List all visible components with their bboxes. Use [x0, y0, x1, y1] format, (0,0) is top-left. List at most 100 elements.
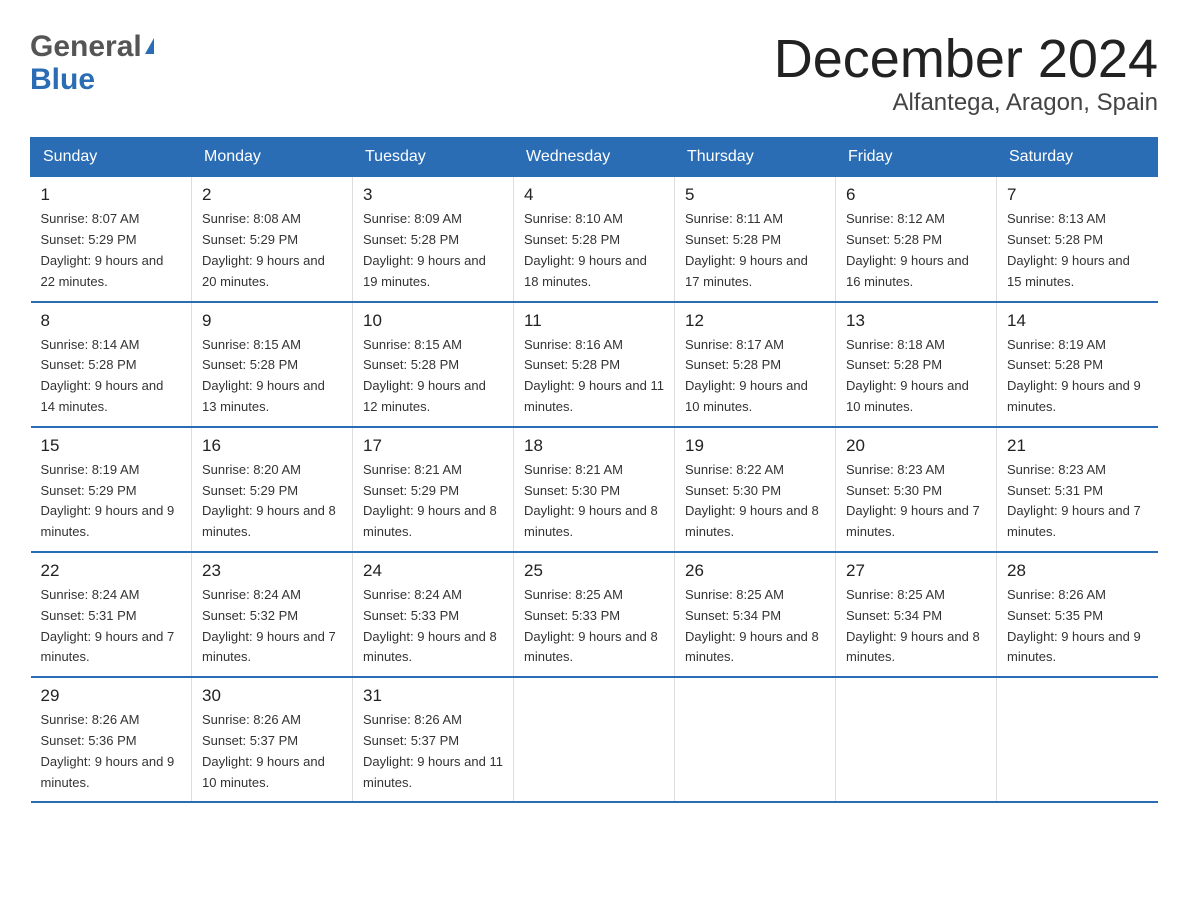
calendar-day-cell — [997, 677, 1158, 802]
calendar-day-cell: 29 Sunrise: 8:26 AMSunset: 5:36 PMDayligh… — [31, 677, 192, 802]
day-number: 1 — [41, 185, 182, 205]
day-number: 29 — [41, 686, 182, 706]
col-wednesday: Wednesday — [514, 138, 675, 177]
day-info: Sunrise: 8:19 AMSunset: 5:28 PMDaylight:… — [1007, 335, 1148, 418]
calendar-day-cell: 16 Sunrise: 8:20 AMSunset: 5:29 PMDayligh… — [192, 427, 353, 552]
col-tuesday: Tuesday — [353, 138, 514, 177]
day-info: Sunrise: 8:12 AMSunset: 5:28 PMDaylight:… — [846, 209, 986, 292]
col-saturday: Saturday — [997, 138, 1158, 177]
day-number: 5 — [685, 185, 825, 205]
day-number: 14 — [1007, 311, 1148, 331]
calendar-day-cell: 9Sunrise: 8:15 AMSunset: 5:28 PMDaylight… — [192, 302, 353, 427]
calendar-day-cell: 22Sunrise: 8:24 AMSunset: 5:31 PMDayligh… — [31, 552, 192, 677]
day-info: Sunrise: 8:09 AMSunset: 5:28 PMDaylight:… — [363, 209, 503, 292]
calendar-day-cell: 17 Sunrise: 8:21 AMSunset: 5:29 PMDayligh… — [353, 427, 514, 552]
day-info: Sunrise: 8:23 AMSunset: 5:31 PMDaylight:… — [1007, 460, 1148, 543]
day-info: Sunrise: 8:24 AMSunset: 5:33 PMDaylight:… — [363, 585, 503, 668]
day-info: Sunrise: 8:25 AMSunset: 5:34 PMDaylight:… — [846, 585, 986, 668]
page-header: General Blue December 2024 Alfantega, Ar… — [30, 30, 1158, 117]
day-info: Sunrise: 8:14 AMSunset: 5:28 PMDaylight:… — [41, 335, 182, 418]
day-number: 18 — [524, 436, 664, 456]
day-info: Sunrise: 8:25 AMSunset: 5:34 PMDaylight:… — [685, 585, 825, 668]
day-number: 24 — [363, 561, 503, 581]
calendar-day-cell: 25 Sunrise: 8:25 AMSunset: 5:33 PMDayligh… — [514, 552, 675, 677]
day-info: Sunrise: 8:17 AMSunset: 5:28 PMDaylight:… — [685, 335, 825, 418]
day-number: 10 — [363, 311, 503, 331]
day-number: 2 — [202, 185, 342, 205]
day-info: Sunrise: 8:24 AMSunset: 5:32 PMDaylight:… — [202, 585, 342, 668]
day-number: 13 — [846, 311, 986, 331]
calendar-day-cell: 2 Sunrise: 8:08 AMSunset: 5:29 PMDaylight… — [192, 177, 353, 302]
calendar-day-cell: 27 Sunrise: 8:25 AMSunset: 5:34 PMDayligh… — [836, 552, 997, 677]
day-number: 20 — [846, 436, 986, 456]
day-info: Sunrise: 8:26 AMSunset: 5:36 PMDaylight:… — [41, 710, 182, 793]
day-info: Sunrise: 8:19 AMSunset: 5:29 PMDaylight:… — [41, 460, 182, 543]
calendar-day-cell: 1 Sunrise: 8:07 AMSunset: 5:29 PMDaylight… — [31, 177, 192, 302]
day-info: Sunrise: 8:25 AMSunset: 5:33 PMDaylight:… — [524, 585, 664, 668]
logo-blue: Blue — [30, 63, 95, 96]
day-info: Sunrise: 8:24 AMSunset: 5:31 PMDaylight:… — [41, 585, 182, 668]
day-number: 11 — [524, 311, 664, 331]
day-number: 25 — [524, 561, 664, 581]
calendar-week-row: 22Sunrise: 8:24 AMSunset: 5:31 PMDayligh… — [31, 552, 1158, 677]
calendar-day-cell: 31Sunrise: 8:26 AMSunset: 5:37 PMDayligh… — [353, 677, 514, 802]
day-info: Sunrise: 8:21 AMSunset: 5:29 PMDaylight:… — [363, 460, 503, 543]
calendar-day-cell: 26 Sunrise: 8:25 AMSunset: 5:34 PMDayligh… — [675, 552, 836, 677]
col-sunday: Sunday — [31, 138, 192, 177]
day-info: Sunrise: 8:20 AMSunset: 5:29 PMDaylight:… — [202, 460, 342, 543]
day-info: Sunrise: 8:26 AMSunset: 5:37 PMDaylight:… — [202, 710, 342, 793]
day-number: 28 — [1007, 561, 1148, 581]
logo: General Blue — [30, 30, 154, 96]
day-info: Sunrise: 8:18 AMSunset: 5:28 PMDaylight:… — [846, 335, 986, 418]
calendar-day-cell: 28Sunrise: 8:26 AMSunset: 5:35 PMDayligh… — [997, 552, 1158, 677]
calendar-day-cell: 24 Sunrise: 8:24 AMSunset: 5:33 PMDayligh… — [353, 552, 514, 677]
calendar-day-cell: 20Sunrise: 8:23 AMSunset: 5:30 PMDayligh… — [836, 427, 997, 552]
calendar-day-cell — [514, 677, 675, 802]
day-info: Sunrise: 8:10 AMSunset: 5:28 PMDaylight:… — [524, 209, 664, 292]
col-thursday: Thursday — [675, 138, 836, 177]
day-number: 3 — [363, 185, 503, 205]
logo-general: General — [30, 30, 142, 63]
calendar-day-cell: 30 Sunrise: 8:26 AMSunset: 5:37 PMDayligh… — [192, 677, 353, 802]
day-number: 26 — [685, 561, 825, 581]
calendar-table: Sunday Monday Tuesday Wednesday Thursday… — [30, 137, 1158, 803]
calendar-day-cell: 4 Sunrise: 8:10 AMSunset: 5:28 PMDaylight… — [514, 177, 675, 302]
calendar-day-cell: 13 Sunrise: 8:18 AMSunset: 5:28 PMDayligh… — [836, 302, 997, 427]
calendar-day-cell: 7Sunrise: 8:13 AMSunset: 5:28 PMDaylight… — [997, 177, 1158, 302]
day-number: 17 — [363, 436, 503, 456]
calendar-week-row: 15Sunrise: 8:19 AMSunset: 5:29 PMDayligh… — [31, 427, 1158, 552]
day-info: Sunrise: 8:11 AMSunset: 5:28 PMDaylight:… — [685, 209, 825, 292]
calendar-header-row: Sunday Monday Tuesday Wednesday Thursday… — [31, 138, 1158, 177]
day-number: 16 — [202, 436, 342, 456]
calendar-day-cell: 19 Sunrise: 8:22 AMSunset: 5:30 PMDayligh… — [675, 427, 836, 552]
calendar-week-row: 8 Sunrise: 8:14 AMSunset: 5:28 PMDaylight… — [31, 302, 1158, 427]
calendar-day-cell: 6 Sunrise: 8:12 AMSunset: 5:28 PMDaylight… — [836, 177, 997, 302]
calendar-day-cell — [675, 677, 836, 802]
calendar-week-row: 29 Sunrise: 8:26 AMSunset: 5:36 PMDayligh… — [31, 677, 1158, 802]
day-number: 19 — [685, 436, 825, 456]
calendar-day-cell: 18Sunrise: 8:21 AMSunset: 5:30 PMDayligh… — [514, 427, 675, 552]
day-info: Sunrise: 8:07 AMSunset: 5:29 PMDaylight:… — [41, 209, 182, 292]
calendar-day-cell: 15Sunrise: 8:19 AMSunset: 5:29 PMDayligh… — [31, 427, 192, 552]
calendar-day-cell: 3 Sunrise: 8:09 AMSunset: 5:28 PMDaylight… — [353, 177, 514, 302]
day-info: Sunrise: 8:22 AMSunset: 5:30 PMDaylight:… — [685, 460, 825, 543]
calendar-day-cell: 11Sunrise: 8:16 AMSunset: 5:28 PMDayligh… — [514, 302, 675, 427]
day-info: Sunrise: 8:15 AMSunset: 5:28 PMDaylight:… — [202, 335, 342, 418]
day-info: Sunrise: 8:15 AMSunset: 5:28 PMDaylight:… — [363, 335, 503, 418]
day-info: Sunrise: 8:08 AMSunset: 5:29 PMDaylight:… — [202, 209, 342, 292]
day-number: 8 — [41, 311, 182, 331]
calendar-day-cell: 12 Sunrise: 8:17 AMSunset: 5:28 PMDayligh… — [675, 302, 836, 427]
day-number: 27 — [846, 561, 986, 581]
day-info: Sunrise: 8:26 AMSunset: 5:37 PMDaylight:… — [363, 710, 503, 793]
day-number: 23 — [202, 561, 342, 581]
day-number: 7 — [1007, 185, 1148, 205]
day-number: 6 — [846, 185, 986, 205]
col-monday: Monday — [192, 138, 353, 177]
day-number: 4 — [524, 185, 664, 205]
calendar-day-cell: 14 Sunrise: 8:19 AMSunset: 5:28 PMDayligh… — [997, 302, 1158, 427]
day-number: 21 — [1007, 436, 1148, 456]
day-number: 12 — [685, 311, 825, 331]
day-number: 30 — [202, 686, 342, 706]
col-friday: Friday — [836, 138, 997, 177]
calendar-day-cell: 21 Sunrise: 8:23 AMSunset: 5:31 PMDayligh… — [997, 427, 1158, 552]
